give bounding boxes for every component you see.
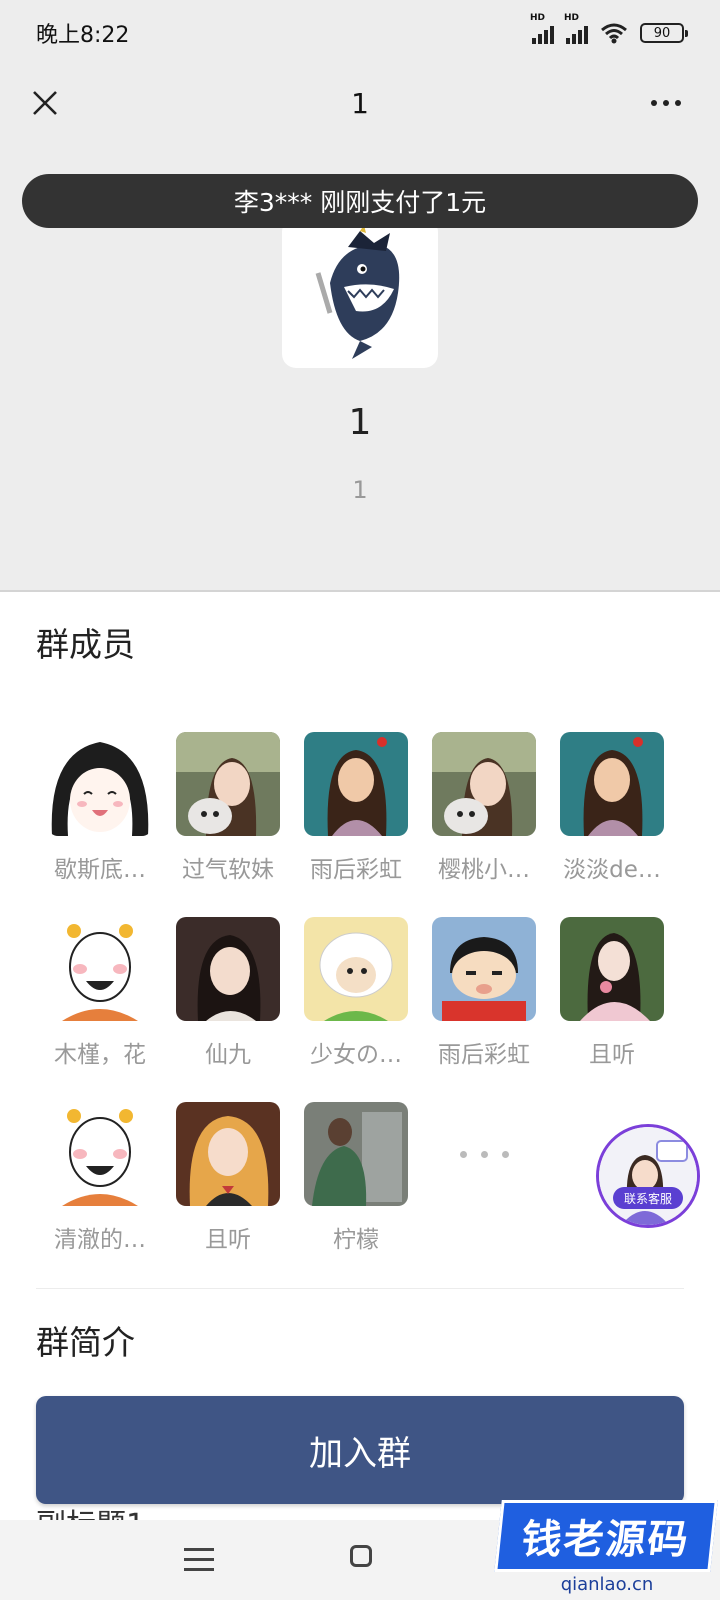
watermark-text: 钱老源码 [519,1517,692,1563]
member-item[interactable]: 歇斯底… [36,732,164,917]
status-bar: 晚上8:22 HD HD 90 [0,0,720,66]
battery-icon: 90 [640,23,688,43]
watermark-url: qianlao.cn [560,1574,654,1595]
close-icon[interactable] [20,78,70,128]
member-item[interactable]: 樱桃小… [420,732,548,917]
members-more[interactable] [420,1102,548,1287]
member-item[interactable]: 且听 [548,917,676,1102]
page-title: 1 [351,86,369,120]
member-name: 柠檬 [333,1227,379,1253]
member-name: 且听 [205,1227,251,1253]
divider [36,1288,684,1289]
member-name: 且听 [589,1042,635,1068]
member-avatar [432,732,536,836]
member-name: 木槿，花 [54,1042,146,1068]
customer-service-icon [599,1127,697,1225]
customer-service-button[interactable]: 联系客服 [596,1124,700,1228]
member-item[interactable]: 雨后彩虹 [292,732,420,917]
member-name: 雨后彩虹 [310,857,402,883]
group-subtitle: 1 [352,476,368,504]
watermark: 钱老源码 qianlao.cn [494,1496,720,1600]
signal-icon-2: HD [564,13,588,44]
home-icon[interactable] [350,1545,372,1567]
member-name: 歇斯底… [54,857,146,883]
member-avatar [48,1102,152,1206]
member-name: 清澈的… [54,1227,146,1253]
intro-title: 群简介 [36,1323,135,1362]
member-item[interactable]: 清澈的… [36,1102,164,1287]
member-item[interactable]: 且听 [164,1102,292,1287]
join-group-button[interactable]: 加入群 [36,1396,684,1504]
payment-toast: 李3*** 刚刚支付了1元 [22,174,698,228]
member-avatar [560,732,664,836]
member-item[interactable]: 过气软妹 [164,732,292,917]
group-header: 李3*** 刚刚支付了1元 1 1 [0,140,720,590]
member-avatar [48,917,152,1021]
group-info-card: 群成员 歇斯底… 过气软妹 雨后彩虹 樱桃小… 淡淡de… 木槿，花 仙九 少女… [0,590,720,1520]
member-avatar [176,917,280,1021]
member-name: 雨后彩虹 [438,1042,530,1068]
members-title: 群成员 [36,625,135,664]
member-avatar [176,1102,280,1206]
status-icons: HD HD 90 [530,13,688,44]
member-item[interactable]: 仙九 [164,917,292,1102]
wifi-icon [601,23,627,44]
member-avatar [304,917,408,1021]
member-avatar [304,732,408,836]
member-item[interactable]: 淡淡de… [548,732,676,917]
members-grid: 歇斯底… 过气软妹 雨后彩虹 樱桃小… 淡淡de… 木槿，花 仙九 少女の… 雨… [36,732,676,1287]
group-name: 1 [348,402,372,443]
member-avatar [176,732,280,836]
navbar: 1 [0,66,720,140]
member-name: 过气软妹 [182,857,274,883]
shark-pirate-icon [315,225,400,359]
member-name: 樱桃小… [438,857,530,883]
member-avatar [560,917,664,1021]
status-time: 晚上8:22 [36,23,130,48]
member-item[interactable]: 雨后彩虹 [420,917,548,1102]
member-name: 仙九 [205,1042,251,1068]
member-item[interactable]: 少女の… [292,917,420,1102]
member-item[interactable]: 木槿，花 [36,917,164,1102]
more-icon[interactable] [636,78,696,128]
more-members-icon [420,1102,548,1206]
member-name: 淡淡de… [563,857,661,883]
member-avatar [304,1102,408,1206]
signal-icon: HD [530,13,554,44]
member-avatar [432,917,536,1021]
menu-icon[interactable] [184,1544,214,1574]
member-avatar [48,732,152,836]
member-name: 少女の… [310,1042,402,1068]
member-item[interactable]: 柠檬 [292,1102,420,1287]
customer-service-label: 联系客服 [613,1187,683,1209]
group-avatar [282,218,438,368]
